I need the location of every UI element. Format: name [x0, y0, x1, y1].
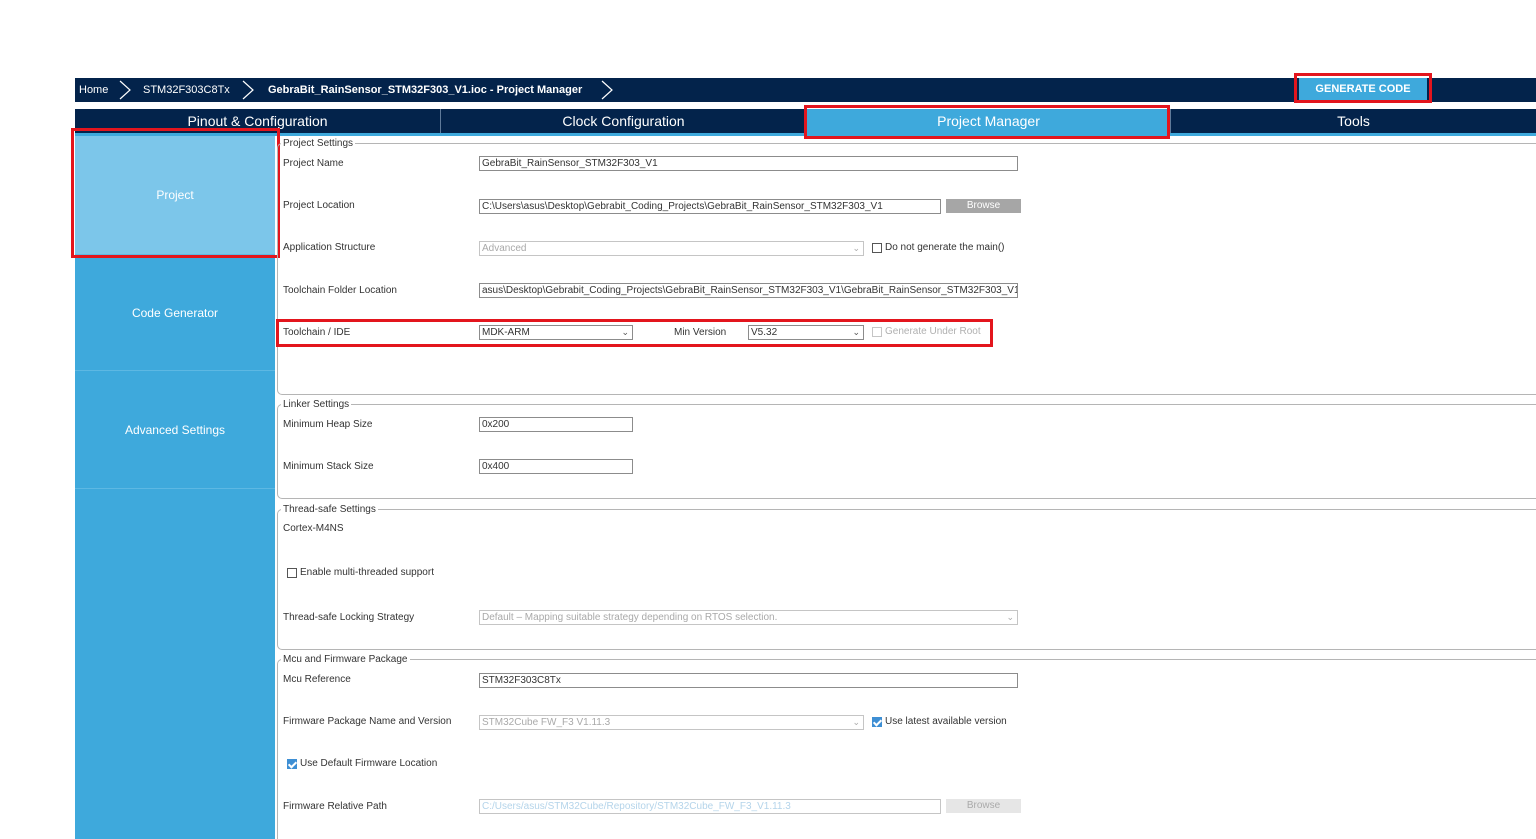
tab-project-manager[interactable]: Project Manager: [807, 109, 1170, 133]
chevron-down-icon: ⌄: [852, 717, 860, 727]
toolchain-ide-label: Toolchain / IDE: [283, 327, 351, 338]
min-stack-input[interactable]: 0x400: [479, 459, 633, 474]
fw-path-browse-button[interactable]: Browse: [946, 799, 1021, 813]
group-title: Thread-safe Settings: [281, 504, 378, 515]
linker-settings-group: Linker Settings: [277, 399, 1536, 499]
breadcrumb-file[interactable]: GebraBit_RainSensor_STM32F303_V1.ioc - P…: [268, 78, 582, 102]
sidebar: Project Code Generator Advanced Settings: [75, 136, 275, 839]
tab-tools[interactable]: Tools: [1171, 109, 1536, 133]
min-version-value: V5.32: [751, 327, 778, 338]
min-version-select[interactable]: V5.32 ⌄: [748, 325, 864, 340]
mcu-reference-label: Mcu Reference: [283, 674, 351, 685]
multithread-checkbox[interactable]: [287, 568, 297, 578]
locking-strategy-select[interactable]: Default – Mapping suitable strategy depe…: [479, 610, 1018, 625]
generate-code-button[interactable]: GENERATE CODE: [1299, 78, 1427, 100]
project-location-browse-button[interactable]: Browse: [946, 199, 1021, 213]
fw-package-label: Firmware Package Name and Version: [283, 716, 452, 727]
sidebar-item-advanced-settings[interactable]: Advanced Settings: [75, 371, 275, 489]
use-latest-checkbox[interactable]: [872, 717, 882, 727]
fw-relative-path-input[interactable]: C:/Users/asus/STM32Cube/Repository/STM32…: [479, 799, 941, 814]
fw-package-select[interactable]: STM32Cube FW_F3 V1.11.3 ⌄: [479, 715, 864, 730]
no-main-label: Do not generate the main(): [885, 242, 1005, 253]
breadcrumb-home[interactable]: Home: [79, 78, 108, 102]
group-title: Mcu and Firmware Package: [281, 654, 410, 665]
tab-clock-configuration[interactable]: Clock Configuration: [441, 109, 806, 133]
app-structure-select[interactable]: Advanced ⌄: [479, 241, 864, 256]
chevron-down-icon: ⌄: [852, 243, 860, 253]
sidebar-item-project[interactable]: Project: [75, 136, 275, 255]
locking-strategy-label: Thread-safe Locking Strategy: [283, 612, 415, 623]
main-tabs: Pinout & Configuration Clock Configurati…: [75, 109, 1536, 133]
chevron-right-icon: [119, 80, 131, 100]
core-label: Cortex-M4NS: [283, 523, 344, 534]
chevron-right-icon: [242, 80, 254, 100]
toolchain-folder-label: Toolchain Folder Location: [283, 285, 397, 296]
min-heap-label: Minimum Heap Size: [283, 419, 373, 430]
tab-underline: [75, 133, 1536, 136]
fw-package-value: STM32Cube FW_F3 V1.11.3: [482, 717, 611, 728]
toolchain-ide-select[interactable]: MDK-ARM ⌄: [479, 325, 633, 340]
mcu-reference-input[interactable]: STM32F303C8Tx: [479, 673, 1018, 688]
toolchain-ide-value: MDK-ARM: [482, 327, 530, 338]
sidebar-item-code-generator[interactable]: Code Generator: [75, 255, 275, 371]
min-version-label: Min Version: [674, 327, 727, 338]
project-location-label: Project Location: [283, 200, 355, 211]
fw-relative-path-label: Firmware Relative Path: [283, 801, 387, 812]
project-location-input[interactable]: C:\Users\asus\Desktop\Gebrabit_Coding_Pr…: [479, 199, 941, 214]
use-latest-label: Use latest available version: [885, 716, 1007, 727]
tab-pinout-configuration[interactable]: Pinout & Configuration: [75, 109, 440, 133]
toolchain-folder-input[interactable]: asus\Desktop\Gebrabit_Coding_Projects\Ge…: [479, 283, 1018, 298]
app-structure-value: Advanced: [482, 243, 527, 254]
breadcrumb-mcu[interactable]: STM32F303C8Tx: [143, 78, 230, 102]
project-name-input[interactable]: GebraBit_RainSensor_STM32F303_V1: [479, 156, 1018, 171]
group-title: Linker Settings: [281, 399, 352, 410]
no-main-checkbox[interactable]: [872, 243, 882, 253]
multithread-label: Enable multi-threaded support: [300, 567, 434, 578]
generate-under-root-label: Generate Under Root: [885, 326, 981, 337]
project-name-label: Project Name: [283, 158, 344, 169]
chevron-right-icon: [601, 80, 613, 100]
locking-strategy-value: Default – Mapping suitable strategy depe…: [482, 612, 778, 623]
use-default-fw-location-checkbox[interactable]: [287, 759, 297, 769]
chevron-down-icon: ⌄: [1006, 612, 1014, 622]
use-default-fw-location-label: Use Default Firmware Location: [300, 758, 438, 769]
min-stack-label: Minimum Stack Size: [283, 461, 374, 472]
generate-under-root-checkbox[interactable]: [872, 327, 882, 337]
min-heap-input[interactable]: 0x200: [479, 417, 633, 432]
project-settings-group: Project Settings: [277, 138, 1536, 395]
group-title: Project Settings: [281, 138, 356, 149]
app-structure-label: Application Structure: [283, 242, 376, 253]
chevron-down-icon: ⌄: [852, 327, 860, 337]
thread-safe-settings-group: Thread-safe Settings: [277, 504, 1536, 650]
chevron-down-icon: ⌄: [621, 327, 629, 337]
